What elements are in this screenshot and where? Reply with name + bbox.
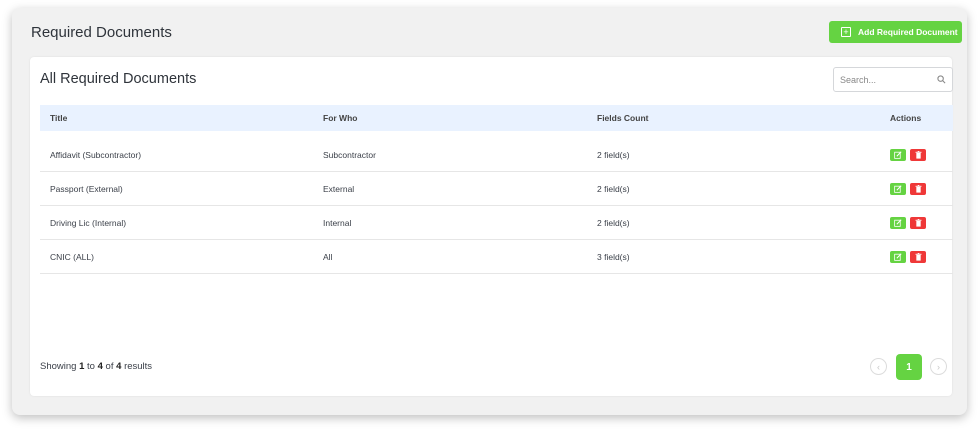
row-title: Driving Lic (Internal) — [50, 217, 127, 228]
results-prefix: Showing — [40, 361, 77, 372]
row-actions — [890, 172, 926, 205]
row-for-who: External — [323, 183, 355, 194]
trash-icon — [915, 184, 921, 193]
row-for-who: Subcontractor — [323, 149, 376, 160]
row-title: CNIC (ALL) — [50, 251, 94, 262]
results-of-word: of — [105, 361, 114, 372]
page-number-button[interactable]: 1 — [896, 354, 922, 380]
column-header-fields-count: Fields Count — [597, 113, 649, 123]
page-container: Required Documents + Add Required Docume… — [12, 8, 967, 415]
edit-icon — [894, 218, 902, 227]
results-to-word: to — [87, 361, 95, 372]
card-title: All Required Documents — [40, 71, 197, 87]
row-for-who: All — [323, 251, 333, 262]
row-for-who: Internal — [323, 217, 352, 228]
trash-icon — [915, 150, 921, 159]
column-header-actions: Actions — [890, 113, 922, 123]
row-fields-count: 2 field(s) — [597, 183, 630, 194]
column-header-title: Title — [50, 113, 68, 123]
plus-icon: + — [841, 27, 851, 37]
table-header: Title For Who Fields Count Actions — [40, 105, 953, 131]
row-actions — [890, 138, 926, 171]
results-summary: Showing 1 to 4 of 4 results — [40, 361, 152, 372]
edit-button[interactable] — [890, 148, 906, 161]
delete-button[interactable] — [910, 216, 926, 229]
search-input[interactable] — [840, 74, 937, 85]
table-row: CNIC (ALL) All 3 field(s) — [40, 240, 953, 274]
results-from: 1 — [79, 361, 85, 372]
edit-button[interactable] — [890, 216, 906, 229]
row-fields-count: 2 field(s) — [597, 217, 630, 228]
search-icon — [937, 71, 946, 89]
table-row: Driving Lic (Internal) Internal 2 field(… — [40, 206, 953, 240]
documents-card: All Required Documents Title For Who Fie… — [30, 57, 953, 396]
delete-button[interactable] — [910, 148, 926, 161]
edit-button[interactable] — [890, 250, 906, 263]
add-button-label: Add Required Document — [858, 27, 958, 37]
chevron-right-icon: › — [937, 361, 940, 372]
table-row: Affidavit (Subcontractor) Subcontractor … — [40, 138, 953, 172]
trash-icon — [915, 252, 921, 261]
page-title: Required Documents — [31, 24, 172, 41]
row-fields-count: 2 field(s) — [597, 149, 630, 160]
row-actions — [890, 240, 926, 273]
edit-icon — [894, 150, 902, 159]
search-box[interactable] — [833, 67, 953, 92]
delete-button[interactable] — [910, 182, 926, 195]
results-to: 4 — [97, 361, 103, 372]
row-fields-count: 3 field(s) — [597, 251, 630, 262]
results-suffix: results — [124, 361, 153, 372]
row-actions — [890, 206, 926, 239]
chevron-left-icon: ‹ — [877, 361, 880, 372]
edit-icon — [894, 252, 902, 261]
row-title: Affidavit (Subcontractor) — [50, 149, 142, 160]
edit-button[interactable] — [890, 182, 906, 195]
edit-icon — [894, 184, 902, 193]
next-page-button[interactable]: › — [930, 358, 947, 375]
delete-button[interactable] — [910, 250, 926, 263]
table-row: Passport (External) External 2 field(s) — [40, 172, 953, 206]
column-header-for-who: For Who — [323, 113, 358, 123]
results-total: 4 — [116, 361, 122, 372]
add-required-document-button[interactable]: + Add Required Document — [829, 21, 962, 43]
prev-page-button[interactable]: ‹ — [870, 358, 887, 375]
row-title: Passport (External) — [50, 183, 123, 194]
trash-icon — [915, 218, 921, 227]
